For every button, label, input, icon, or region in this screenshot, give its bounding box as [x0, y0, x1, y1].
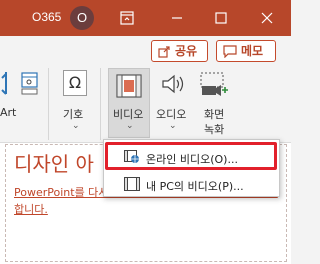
video-label: 비디오: [113, 108, 144, 121]
ribbon: 공유 메모 Art Ω 기호 ⌄ 비디오 ⌄ 오디오 ⌄ 화면 녹화: [0, 36, 291, 142]
maximize-icon[interactable]: [212, 9, 230, 27]
close-icon[interactable]: [258, 9, 276, 27]
audio-label: 오디오: [156, 108, 187, 121]
screen-recording-label-1: 화면: [204, 108, 225, 121]
calendar-icon[interactable]: [20, 70, 40, 100]
menu-item-pc-video-label: 내 PC의 비디오(P)...: [146, 180, 244, 193]
partial-command-label: Art: [0, 106, 17, 119]
audio-chevron-icon[interactable]: ⌄: [169, 121, 177, 131]
comment-icon: [223, 44, 237, 64]
share-label: 공유: [175, 44, 198, 58]
symbols-label: 기호: [63, 108, 84, 121]
title-bar: O365 O: [0, 0, 291, 36]
omega-icon: Ω: [63, 70, 87, 96]
minimize-icon[interactable]: [168, 9, 186, 27]
screen-recording-icon: [200, 72, 228, 102]
highlight-box: [105, 142, 277, 170]
group-separator: [100, 68, 101, 140]
design-ideas-title: 디자인 아: [14, 152, 94, 176]
video-chevron-icon: ⌄: [126, 121, 134, 131]
comments-label: 메모: [241, 44, 264, 58]
speaker-icon: [160, 72, 186, 100]
comments-button[interactable]: 메모: [216, 40, 276, 62]
symbols-chevron-icon[interactable]: ⌄: [72, 121, 80, 131]
share-icon: [158, 44, 171, 64]
film-icon: [124, 177, 140, 191]
ribbon-display-options-icon[interactable]: [118, 9, 136, 27]
avatar[interactable]: O: [70, 6, 94, 30]
share-button[interactable]: 공유: [151, 40, 208, 62]
account-name[interactable]: O365: [32, 10, 61, 24]
partial-smartart-icon[interactable]: [0, 70, 12, 100]
menu-item-pc-video[interactable]: 내 PC의 비디오(P)...: [108, 173, 277, 196]
video-film-icon: [116, 74, 142, 102]
screen-recording-label-2: 녹화: [204, 123, 225, 136]
group-separator: [48, 68, 49, 140]
